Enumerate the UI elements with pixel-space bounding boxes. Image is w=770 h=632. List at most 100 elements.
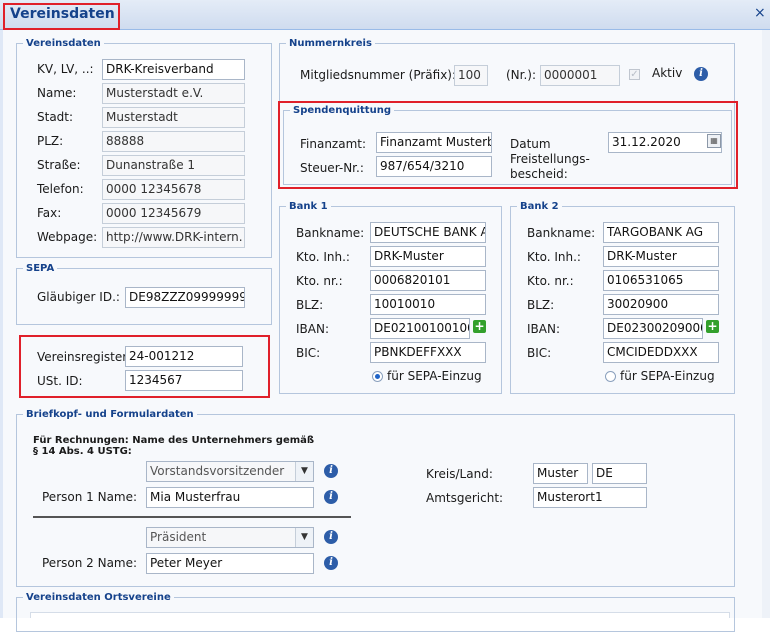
name-input[interactable]: Musterstadt e.V. (102, 83, 245, 104)
ortsvereine-legend: Vereinsdaten Ortsvereine (26, 592, 171, 603)
nummernkreis-legend: Nummernkreis (289, 38, 372, 49)
aktiv-info-icon[interactable]: i (694, 67, 708, 81)
calendar-icon[interactable]: ▦ (707, 134, 721, 148)
name-label: Name: (37, 86, 77, 100)
glaeubiger-label: Gläubiger ID.: (37, 290, 120, 304)
rechnung-note-line2: § 14 Abs. 4 USTG: (33, 446, 132, 457)
steuer-label: Steuer-Nr.: (300, 161, 364, 175)
ust-label: USt. ID: (37, 374, 83, 388)
person1-name-input[interactable]: Mia Musterfrau (146, 487, 314, 508)
person1-label: Person 1 Name: (42, 490, 138, 504)
bank1-ktoinh-label: Kto. Inh.: (296, 250, 350, 264)
person2-role-select[interactable]: Präsident ▼ (146, 527, 314, 548)
bank2-iban-add-icon[interactable]: + (706, 320, 719, 333)
person1-role-info-icon[interactable]: i (324, 464, 338, 478)
bank2-iban-input[interactable]: DE02300209000106 (603, 318, 703, 339)
briefkopf-legend: Briefkopf- und Formulardaten (26, 409, 194, 420)
finanzamt-label: Finanzamt: (300, 137, 367, 151)
person2-label: Person 2 Name: (42, 556, 138, 570)
bank1-ktoinh-input[interactable]: DRK-Muster (370, 246, 486, 267)
steuer-input[interactable]: 987/654/3210 (376, 156, 492, 177)
finanzamt-input[interactable]: Finanzamt Musterb (376, 132, 492, 153)
kreis-input[interactable]: Muster (533, 463, 588, 484)
amtsgericht-label: Amtsgericht: (426, 491, 504, 505)
fax-label: Fax: (37, 206, 62, 220)
bank2-bankname-input[interactable]: TARGOBANK AG (603, 222, 719, 243)
bank1-blz-label: BLZ: (296, 298, 324, 312)
strasse-label: Straße: (37, 158, 81, 172)
bank1-sepa-label: für SEPA-Einzug (387, 369, 482, 383)
plz-label: PLZ: (37, 134, 64, 148)
vereinsregister-label: Vereinsregister: (37, 350, 132, 364)
praefix-label: Mitgliedsnummer (Präfix): (300, 68, 457, 82)
bank2-sepa-radio[interactable] (605, 371, 616, 382)
person1-name-info-icon[interactable]: i (324, 490, 338, 504)
person1-role-value: Vorstandsvorsitzender (150, 464, 285, 478)
plz-input[interactable]: 88888 (102, 131, 245, 152)
aktiv-checkbox[interactable]: ✓ (629, 69, 640, 80)
person2-role-value: Präsident (150, 530, 207, 544)
datum-input[interactable]: 31.12.2020 (608, 132, 722, 153)
bank2-blz-input[interactable]: 30020900 (603, 294, 719, 315)
bank1-bankname-input[interactable]: DEUTSCHE BANK AG (370, 222, 486, 243)
person2-name-input[interactable]: Peter Meyer (146, 553, 314, 574)
bank2-bic-label: BIC: (527, 346, 552, 360)
bank2-bankname-label: Bankname: (527, 226, 596, 240)
bank1-legend: Bank 1 (289, 201, 328, 212)
bank2-blz-label: BLZ: (527, 298, 555, 312)
person1-dropdown-icon[interactable]: ▼ (295, 462, 313, 481)
datum-label: Datum Freistellungs-bescheid: (510, 137, 590, 181)
spendenquittung-legend: Spendenquittung (293, 105, 391, 116)
bank1-ktonr-label: Kto. nr.: (296, 274, 343, 288)
close-icon[interactable]: × (754, 6, 766, 20)
bank1-blz-input[interactable]: 10010010 (370, 294, 486, 315)
nr-label: (Nr.): (506, 68, 537, 82)
bank1-bic-input[interactable]: PBNKDEFFXXX (370, 342, 486, 363)
ust-input[interactable]: 1234567 (125, 370, 243, 391)
highlight-title (3, 3, 120, 30)
bank2-ktoinh-label: Kto. Inh.: (527, 250, 581, 264)
bank2-bic-input[interactable]: CMCIDEDDXXX (603, 342, 719, 363)
ortsvereine-grid (30, 612, 730, 618)
telefon-label: Telefon: (37, 182, 84, 196)
bank2-ktonr-label: Kto. nr.: (527, 274, 574, 288)
fax-input[interactable]: 0000 12345679 (102, 203, 245, 224)
vertical-scrollbar[interactable] (762, 30, 770, 618)
person1-role-select[interactable]: Vorstandsvorsitzender ▼ (146, 461, 314, 482)
kv-input[interactable]: DRK-Kreisverband (102, 59, 245, 80)
amtsgericht-input[interactable]: Musterort1 (533, 487, 647, 508)
person2-dropdown-icon[interactable]: ▼ (295, 528, 313, 547)
person2-name-info-icon[interactable]: i (324, 556, 338, 570)
telefon-input[interactable]: 0000 12345678 (102, 179, 245, 200)
vereinsregister-input[interactable]: 24-001212 (125, 346, 243, 367)
bank2-sepa-label: für SEPA-Einzug (620, 369, 715, 383)
nr-input[interactable]: 0000001 (540, 65, 620, 86)
land-input[interactable]: DE (592, 463, 647, 484)
aktiv-label: Aktiv (652, 66, 683, 80)
vereinsdaten-legend: Vereinsdaten (26, 38, 101, 49)
stadt-label: Stadt: (37, 110, 74, 124)
bank2-ktoinh-input[interactable]: DRK-Muster (603, 246, 719, 267)
strasse-input[interactable]: Dunanstraße 1 (102, 155, 245, 176)
sepa-legend: SEPA (26, 263, 55, 274)
bank1-bankname-label: Bankname: (296, 226, 365, 240)
stadt-input[interactable]: Musterstadt (102, 107, 245, 128)
kv-label: KV, LV, ..: (37, 62, 94, 76)
bank1-iban-add-icon[interactable]: + (473, 320, 486, 333)
divider (33, 516, 351, 518)
bank1-bic-label: BIC: (296, 346, 321, 360)
glaeubiger-input[interactable]: DE98ZZZ099999999 (125, 287, 245, 308)
bank1-iban-label: IBAN: (296, 322, 329, 336)
bank2-ktonr-input[interactable]: 0106531065 (603, 270, 719, 291)
bank2-legend: Bank 2 (520, 201, 559, 212)
webpage-input[interactable]: http://www.DRK-intern. (102, 227, 245, 248)
rechnung-note-line1: Für Rechnungen: Name des Unternehmers ge… (33, 435, 315, 446)
bank1-sepa-radio[interactable] (372, 371, 383, 382)
bank2-iban-label: IBAN: (527, 322, 560, 336)
kreis-label: Kreis/Land: (426, 467, 493, 481)
praefix-input[interactable]: 100 (454, 65, 488, 86)
bank1-ktonr-input[interactable]: 0006820101 (370, 270, 486, 291)
person2-role-info-icon[interactable]: i (324, 530, 338, 544)
webpage-label: Webpage: (37, 230, 98, 244)
bank1-iban-input[interactable]: DE02100100100006 (370, 318, 470, 339)
